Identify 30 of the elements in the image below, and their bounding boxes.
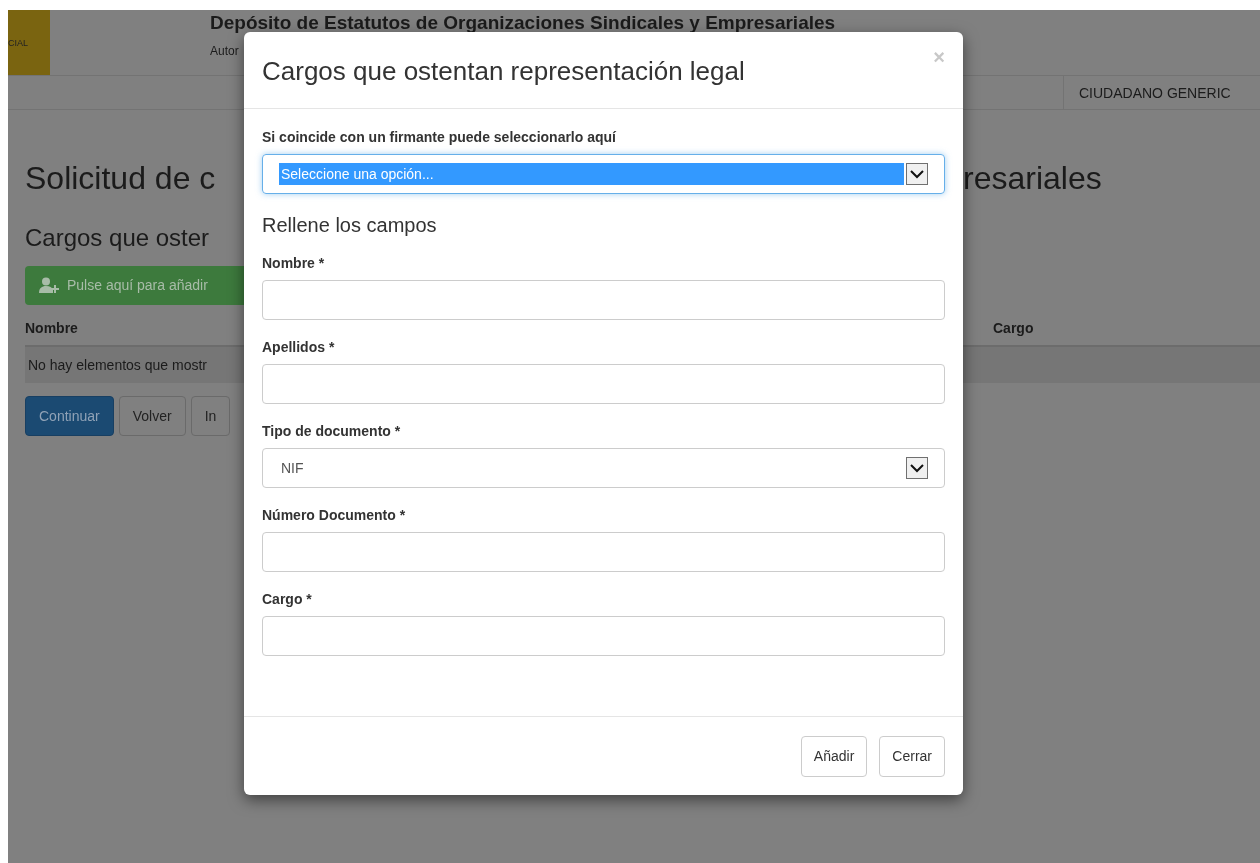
action-button[interactable]: Volver [118,396,186,436]
section-heading: Cargos que oster [25,224,210,252]
dialog-button[interactable]: Cerrar [879,735,945,777]
dialog-button[interactable]: Añadir [800,735,868,777]
field-label: Cargo * [262,591,313,607]
input-field[interactable] [262,364,945,404]
site-subtitle: Autor [210,44,240,58]
add-button[interactable]: Pulse aquí para añadir [25,265,244,305]
user-name[interactable]: CIUDADANO GENERIC [1063,76,1260,109]
column-header: Cargo [993,319,1034,336]
action-button[interactable]: In [190,396,231,436]
modal-title: Cargos que ostentan representación legal [262,56,745,87]
field-label: Si coincide con un firmante puede seleccionarlo aquí [262,129,617,145]
add-user-icon [39,277,61,293]
field-label: Tipo de documento * [262,423,402,439]
field-label: Nombre * [262,255,326,271]
empty-table-message: No hay elementos que mostr [27,357,207,373]
logo: CIAL [8,10,50,75]
input-field[interactable] [262,532,945,572]
select-field[interactable]: Seleccione una opción... [262,154,945,194]
form-section-title: Rellene los campos [262,214,438,237]
field-label: Apellidos * [262,339,336,355]
select-field[interactable]: NIF [262,448,945,488]
page-heading: resariales [963,159,1102,197]
input-field[interactable] [262,616,945,656]
page-heading: Solicitud de c [25,159,216,197]
column-header: Nombre [25,319,78,336]
field-label: Número Documento * [262,507,407,523]
action-button[interactable]: Continuar [25,396,114,436]
input-field[interactable] [262,280,945,320]
